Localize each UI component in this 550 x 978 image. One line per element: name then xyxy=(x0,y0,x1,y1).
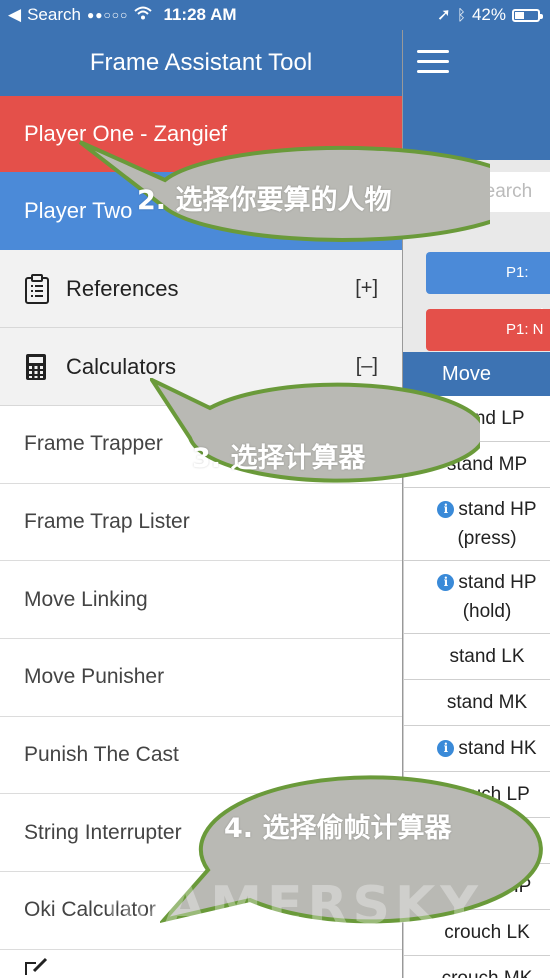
move-name-text: stand HK xyxy=(458,737,537,759)
move-name-text: stand LK xyxy=(449,645,525,667)
move-name: stand MK xyxy=(447,692,527,714)
move-row[interactable]: i stand HP (press) xyxy=(403,488,550,561)
status-right: ➚ ᛒ 42% xyxy=(436,5,543,25)
move-name-text: stand MK xyxy=(446,691,528,713)
menu-item-label: Frame Trap Lister xyxy=(24,510,190,534)
drawer-title: Frame Assistant Tool xyxy=(0,30,402,96)
p1-blue-button[interactable]: P1: Zangief xyxy=(426,252,550,323)
move-row[interactable]: stand LK xyxy=(403,634,550,680)
callout-text: 2. 选择你要算的人物 xyxy=(137,185,392,216)
references-expand-toggle[interactable]: [+] xyxy=(355,277,378,300)
drawer-next-item-partial xyxy=(0,949,402,978)
location-arrow-icon: ➚ xyxy=(436,5,451,24)
calculators-label: Calculators xyxy=(66,353,177,379)
move-row[interactable]: crouch MK xyxy=(403,956,550,978)
move-name-text: crouch MK xyxy=(441,967,533,978)
move-name: i stand HK xyxy=(437,737,537,760)
menu-item-move-punisher[interactable]: Move Punisher xyxy=(0,639,402,717)
move-variant: (hold) xyxy=(462,601,512,622)
move-row[interactable]: i stand HP (hold) xyxy=(403,561,550,634)
move-name: stand LK xyxy=(450,646,525,668)
menu-item-label: Punish The Cast xyxy=(24,743,179,767)
move-name-text: stand HP xyxy=(458,499,537,520)
clipboard-icon xyxy=(24,273,52,304)
references-label: References xyxy=(66,275,179,301)
move-name: i stand HP xyxy=(437,568,537,597)
menu-item-label: Frame Trapper xyxy=(24,432,163,456)
menu-item-move-linking[interactable]: Move Linking xyxy=(0,561,402,640)
callout-text: 4. 选择偷帧计算器 xyxy=(224,813,452,844)
menu-item-label: Move Punisher xyxy=(24,665,165,689)
menu-item-label: Move Linking xyxy=(24,587,148,611)
edit-icon xyxy=(24,957,50,978)
calculator-icon xyxy=(24,352,52,382)
references-section-header[interactable]: References [+] xyxy=(0,250,402,328)
battery-percent: 42% xyxy=(471,5,506,24)
hamburger-menu-icon[interactable] xyxy=(417,50,449,74)
battery-icon xyxy=(512,8,543,22)
watermark-logo: @AMERSKY xyxy=(108,876,483,936)
menu-item-label: String Interrupter xyxy=(24,820,182,844)
move-name: crouch MK xyxy=(442,968,533,978)
move-name: i stand HP xyxy=(437,495,537,524)
move-variant: (press) xyxy=(457,528,517,549)
callout-text: 3. 选择计算器 xyxy=(192,443,366,474)
move-name-text: stand HP xyxy=(458,572,537,593)
callout-select-calculator: 3. 选择计算器 xyxy=(150,378,480,496)
status-bar: ◀ Search ●●○○○ 11:28 AM ➚ ᛒ 42% xyxy=(0,0,550,30)
move-row[interactable]: stand MK xyxy=(403,680,550,726)
battery-fill xyxy=(515,11,525,19)
info-icon[interactable]: i xyxy=(437,501,455,518)
bluetooth-icon: ᛒ xyxy=(456,6,466,24)
p1-red-button[interactable]: P1: N xyxy=(426,309,550,351)
status-time: 11:28 AM xyxy=(163,5,237,24)
info-icon[interactable]: i xyxy=(437,574,455,591)
calculators-collapse-toggle[interactable]: [–] xyxy=(356,355,378,378)
info-icon[interactable]: i xyxy=(437,739,455,757)
callout-select-character: 2. 选择你要算的人物 xyxy=(70,138,490,248)
